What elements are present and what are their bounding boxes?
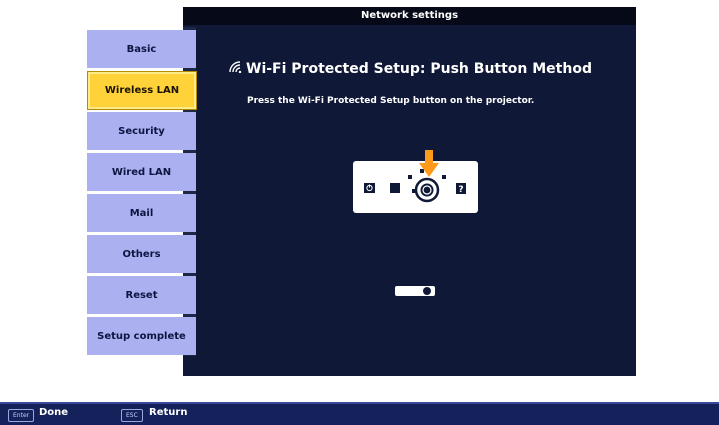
menu-item-mail[interactable]: Mail <box>87 194 196 232</box>
projector-control-panel-illustration: ? <box>353 161 478 213</box>
menu-item-reset[interactable]: Reset <box>87 276 196 314</box>
toggle-knob <box>423 287 431 295</box>
menu-item-security[interactable]: Security <box>87 112 196 150</box>
menu-item-label: Basic <box>126 43 157 55</box>
menu-item-label: Others <box>122 248 161 260</box>
help-icon: ? <box>456 183 466 195</box>
instruction-text: Press the Wi-Fi Protected Setup button o… <box>247 96 535 106</box>
enter-key-icon: Enter <box>8 409 35 422</box>
wifi-icon <box>228 60 242 77</box>
menu-item-wireless-lan[interactable]: Wireless LAN <box>87 71 197 110</box>
wps-button-icon <box>414 177 440 203</box>
menu-item-wired-lan[interactable]: Wired LAN <box>87 153 196 191</box>
source-button-icon <box>390 183 400 193</box>
menu-item-others[interactable]: Others <box>87 235 196 273</box>
svg-text:?: ? <box>458 185 463 195</box>
esc-key-icon: ESC <box>121 409 143 422</box>
page-heading: Wi-Fi Protected Setup: Push Button Metho… <box>228 60 592 77</box>
return-label[interactable]: Return <box>149 407 187 418</box>
heading-text: Wi-Fi Protected Setup: Push Button Metho… <box>246 60 592 77</box>
menu-item-label: Security <box>118 125 165 137</box>
status-toggle-indicator <box>395 286 435 296</box>
menu-item-label: Setup complete <box>97 330 186 342</box>
footer-bar: Enter Done ESC Return <box>0 402 719 425</box>
menu-item-label: Mail <box>129 207 154 219</box>
menu-item-basic[interactable]: Basic <box>87 30 196 68</box>
power-icon <box>364 183 375 193</box>
done-label[interactable]: Done <box>39 407 68 418</box>
window-title: Network settings <box>183 7 636 25</box>
menu-item-label: Wireless LAN <box>104 85 180 96</box>
menu-item-label: Wired LAN <box>111 166 172 178</box>
menu-item-setup-complete[interactable]: Setup complete <box>87 317 196 355</box>
arrow-down-icon <box>418 150 440 180</box>
menu-item-label: Reset <box>125 289 158 301</box>
